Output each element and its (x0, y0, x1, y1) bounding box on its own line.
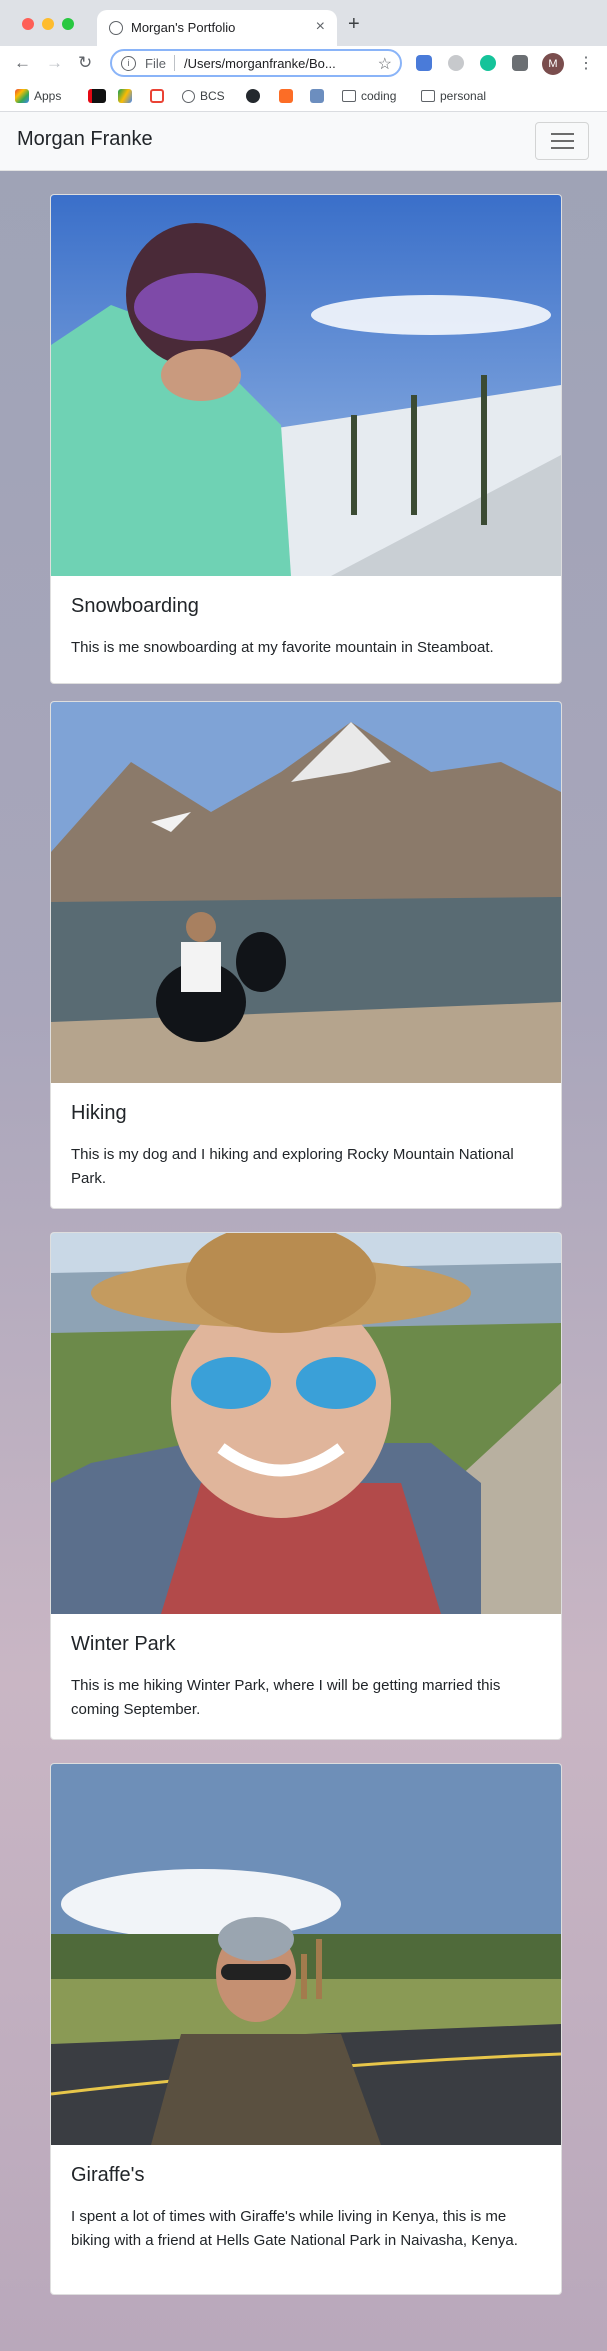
apps-grid-icon (15, 89, 29, 103)
card-image-hiking (51, 702, 561, 1083)
netflix-icon (88, 89, 106, 103)
canvas-icon (310, 89, 324, 103)
bookmark-coding-label: coding (361, 89, 397, 103)
extension-grammarly-icon[interactable] (480, 55, 496, 71)
bookmark-folder-personal[interactable]: personal (421, 89, 486, 103)
address-divider (174, 55, 175, 71)
minimize-window-button[interactable] (42, 18, 54, 30)
tab-title: Morgan's Portfolio (131, 20, 236, 35)
card-title: Winter Park (71, 1633, 176, 1655)
reload-icon[interactable]: ↻ (78, 53, 92, 73)
globe-icon (182, 89, 195, 103)
portfolio-card-giraffes: Giraffe's I spent a lot of times with Gi… (50, 1763, 562, 2295)
navbar-toggle-button[interactable] (535, 122, 589, 160)
github-icon (246, 89, 260, 103)
bookmark-bcs-label: BCS (200, 89, 225, 103)
card-text: This is me snowboarding at my favorite m… (71, 639, 494, 656)
drive-icon (118, 89, 132, 103)
hamburger-line (551, 140, 574, 142)
bookmark-star-icon[interactable]: ☆ (378, 54, 392, 74)
title-bar: Morgan's Portfolio × + (0, 0, 607, 46)
zoom-window-button[interactable] (62, 18, 74, 30)
hamburger-line (551, 133, 574, 135)
page-content: Morgan Franke Snowboarding This is me sn… (0, 112, 607, 2351)
address-bar[interactable]: i File /Users/morganfranke/Bo... ☆ (110, 49, 402, 77)
back-arrow-icon[interactable]: ← (14, 53, 31, 73)
browser-menu-icon[interactable]: ⋮ (578, 53, 594, 73)
extension-zoom-icon[interactable] (416, 55, 432, 71)
bookmarks-bar: Apps BCS coding personal (0, 83, 607, 112)
bookmark-gmail[interactable] (150, 89, 164, 103)
card-title: Giraffe's (71, 2164, 145, 2186)
hamburger-line (551, 147, 574, 149)
tab-close-icon[interactable]: × (316, 18, 325, 36)
globe-icon (109, 21, 123, 35)
close-window-button[interactable] (22, 18, 34, 30)
card-title: Snowboarding (71, 595, 199, 617)
bookmark-drive[interactable] (118, 89, 132, 103)
bookmark-apps[interactable]: Apps (15, 89, 61, 103)
card-text: I spent a lot of times with Giraffe's wh… (71, 2208, 518, 2249)
forward-arrow-icon[interactable]: → (46, 53, 63, 73)
new-tab-button[interactable]: + (348, 13, 360, 36)
site-navbar: Morgan Franke (0, 112, 607, 171)
bookmark-apps-label: Apps (34, 89, 62, 103)
portfolio-card-snowboarding: Snowboarding This is me snowboarding at … (50, 194, 562, 684)
site-brand[interactable]: Morgan Franke (17, 128, 153, 151)
card-image-snowboarding (51, 195, 561, 576)
card-image-winter-park (51, 1233, 561, 1614)
bookmark-gitlab[interactable] (279, 89, 293, 103)
card-text: This is me hiking Winter Park, where I w… (71, 1677, 501, 1718)
bookmark-folder-coding[interactable]: coding (342, 89, 396, 103)
bookmark-personal-label: personal (440, 89, 487, 103)
card-image-giraffes (51, 1764, 561, 2145)
url-scheme-label: File (145, 56, 166, 71)
url-text[interactable]: /Users/morganfranke/Bo... (184, 56, 336, 71)
gmail-icon (150, 89, 164, 103)
browser-toolbar: ← → ↻ i File /Users/morganfranke/Bo... ☆… (0, 46, 607, 83)
info-icon[interactable]: i (121, 56, 136, 71)
browser-window: Morgan's Portfolio × + ← → ↻ i File /Use… (0, 0, 607, 2351)
folder-icon (421, 90, 435, 102)
folder-icon (342, 90, 356, 102)
card-text: This is my dog and I hiking and explorin… (71, 1146, 514, 1187)
extensions-puzzle-icon[interactable] (512, 55, 528, 71)
bookmark-github[interactable] (246, 89, 260, 103)
bookmark-canvas[interactable] (310, 89, 324, 103)
profile-avatar[interactable]: M (542, 53, 564, 75)
gitlab-icon (279, 89, 293, 103)
portfolio-card-hiking: Hiking This is my dog and I hiking and e… (50, 701, 562, 1209)
portfolio-card-winter-park: Winter Park This is me hiking Winter Par… (50, 1232, 562, 1740)
extension-github-icon[interactable] (448, 55, 464, 71)
bookmark-netflix[interactable] (88, 89, 106, 103)
browser-tab[interactable]: Morgan's Portfolio × (97, 10, 337, 46)
bookmark-bcs[interactable]: BCS (182, 89, 225, 103)
card-title: Hiking (71, 1102, 127, 1124)
